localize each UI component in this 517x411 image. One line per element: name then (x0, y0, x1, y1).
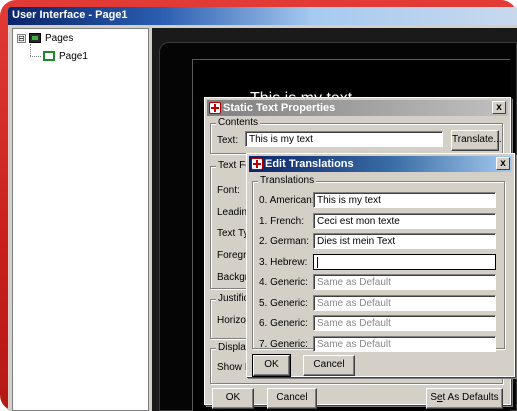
translation-input[interactable]: Ceci est mon texte (313, 212, 496, 229)
translation-label: 3. Hebrew: (259, 256, 308, 268)
page-icon (43, 51, 55, 61)
close-icon[interactable]: x (496, 157, 510, 170)
app-icon (251, 158, 263, 170)
tree-connector (30, 56, 41, 57)
close-icon[interactable]: x (492, 101, 506, 114)
translation-label: 1. French: (259, 215, 305, 227)
collapse-icon[interactable]: ⊟ (17, 33, 26, 43)
text-type-label: Text Ty (217, 228, 249, 239)
text-caret (317, 256, 318, 268)
translation-input[interactable]: This is my text (313, 192, 496, 208)
translation-input[interactable]: Same as Default (313, 274, 496, 290)
window-titlebar[interactable]: User Interface - Page1 (8, 7, 517, 25)
translation-label: 4. Generic: (259, 277, 308, 288)
edit-translations-dialog: Edit Translations x Translations 0. Amer… (246, 153, 515, 377)
translation-input[interactable]: Dies ist mein Text (313, 233, 496, 249)
translation-input[interactable]: Same as Default (313, 335, 496, 352)
cancel-button[interactable]: Cancel (267, 388, 317, 409)
translation-label: 5. Generic: (259, 297, 308, 309)
ok-button[interactable]: OK (212, 388, 254, 409)
translate-button[interactable]: Translate... (451, 130, 502, 151)
translation-input[interactable] (313, 253, 496, 270)
translations-group-label: Translations (258, 175, 317, 186)
tree-item-pages-label: Pages (45, 32, 74, 44)
ok-button[interactable]: OK (252, 354, 291, 377)
translation-label: 7. Generic: (259, 338, 308, 350)
set-as-defaults-button[interactable]: Set As Defaults (426, 388, 503, 409)
pages-folder-icon (29, 33, 41, 43)
static-dialog-title: Static Text Properties (223, 102, 336, 114)
cancel-button-label: Cancel (276, 392, 308, 403)
page-tree-panel[interactable]: ⊟ Pages Page1 (12, 28, 149, 411)
tree-item-pages[interactable]: ⊟ Pages (17, 31, 73, 45)
tree-connector (30, 44, 31, 56)
translation-label: 6. Generic: (259, 318, 308, 329)
cancel-button[interactable]: Cancel (303, 355, 355, 376)
translation-label: 2. German: (259, 236, 310, 247)
tree-item-page1-label: Page1 (59, 50, 88, 62)
translation-label: 0. American: (259, 195, 315, 206)
translations-dialog-titlebar[interactable]: Edit Translations x (249, 156, 512, 172)
leading-label: Leadin (217, 207, 248, 218)
translation-input[interactable]: Same as Default (313, 294, 496, 311)
translations-dialog-title: Edit Translations (265, 158, 354, 170)
app-window: User Interface - Page1 ⊟ Pages Page1 Thi… (8, 7, 517, 411)
set-as-defaults-label-start: S (430, 392, 437, 403)
translation-input[interactable]: Same as Default (313, 315, 496, 331)
font-label: Font: (217, 185, 240, 196)
text-label: Text: (217, 135, 239, 146)
text-input[interactable]: This is my text (245, 131, 443, 147)
app-icon (209, 102, 221, 114)
contents-group-label: Contents (216, 117, 261, 128)
tree-item-page1[interactable]: Page1 (43, 49, 88, 63)
set-as-defaults-label-end: t As Defaults (442, 392, 499, 403)
static-dialog-titlebar[interactable]: Static Text Properties x (207, 100, 508, 116)
window-title: User Interface - Page1 (12, 9, 128, 21)
